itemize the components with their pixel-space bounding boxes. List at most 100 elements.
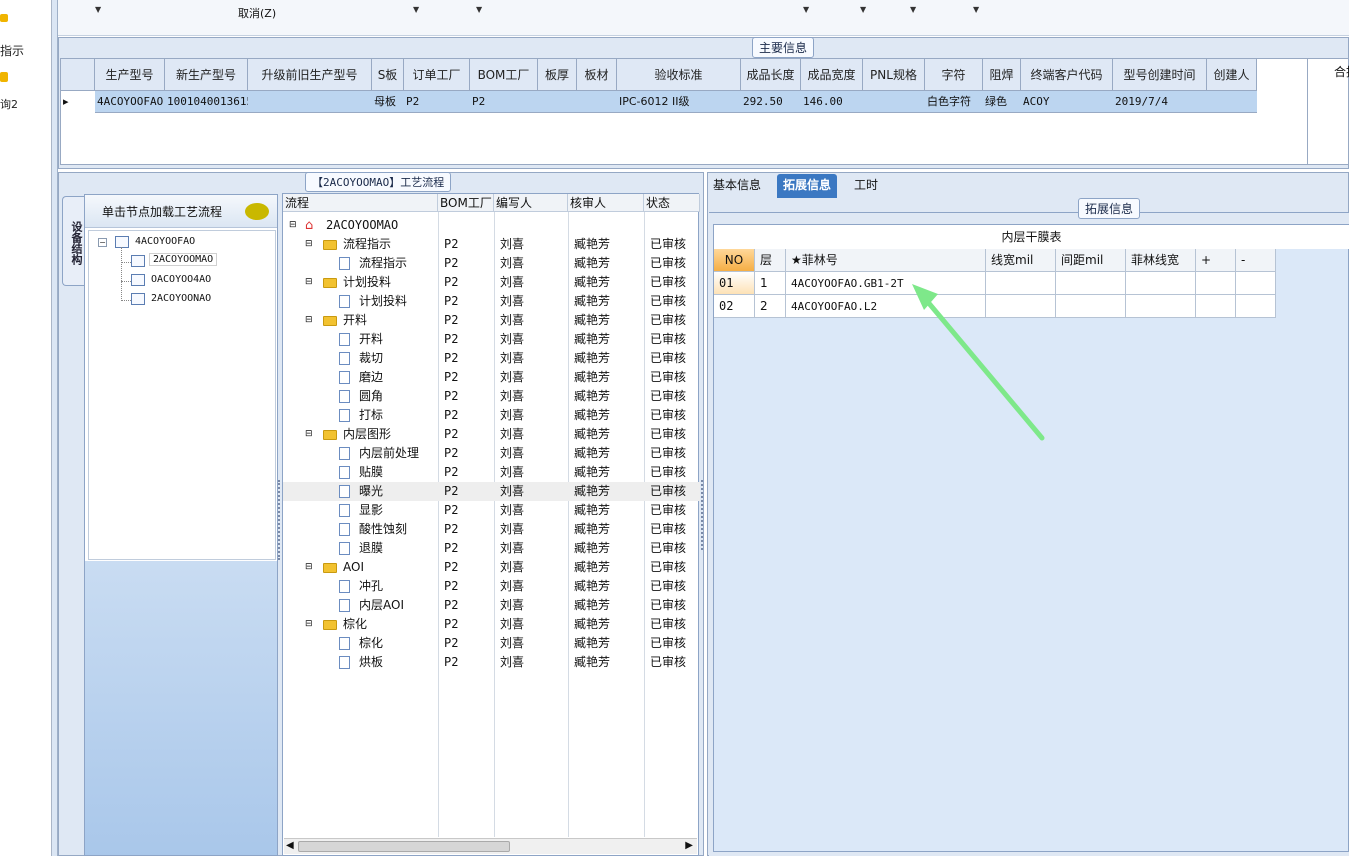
list-item[interactable]: 流程指示 P2 刘喜 臧艳芳 已审核 [283, 254, 700, 273]
column-header[interactable]: 新生产型号 [165, 59, 248, 91]
table-cell[interactable] [577, 91, 617, 113]
tree-node[interactable]: 2ACOYOOMAO [149, 253, 218, 266]
tree-node[interactable]: 2ACOYOONAO [151, 293, 211, 304]
collapse-icon[interactable]: ⊟ [289, 216, 297, 235]
chevron-down-icon[interactable]: ▼ [413, 5, 419, 14]
tree-node[interactable]: 4ACOYOOFAO [135, 236, 195, 247]
list-item[interactable]: 烘板 P2 刘喜 臧艳芳 已审核 [283, 653, 700, 672]
column-header[interactable]: 板材 [577, 59, 617, 91]
table-cell[interactable]: 292.50 [741, 91, 801, 113]
collapse-icon[interactable]: ⊟ [305, 311, 313, 330]
list-item[interactable]: ⊟ 内层图形 P2 刘喜 臧艳芳 已审核 [283, 425, 700, 444]
list-item[interactable]: 冲孔 P2 刘喜 臧艳芳 已审核 [283, 577, 700, 596]
scroll-right-icon[interactable]: ▶ [685, 840, 693, 851]
column-header[interactable]: BOM工厂 [470, 59, 538, 91]
list-item[interactable]: 计划投料 P2 刘喜 臧艳芳 已审核 [283, 292, 700, 311]
chevron-down-icon[interactable]: ▼ [910, 5, 916, 14]
column-header[interactable]: 订单工厂 [404, 59, 470, 91]
column-header[interactable]: 终端客户代码 [1021, 59, 1113, 91]
column-header[interactable]: 生产型号 [95, 59, 165, 91]
column-header[interactable]: BOM工厂 [438, 194, 494, 212]
table-cell[interactable]: 2 [755, 295, 786, 318]
table-cell[interactable] [1196, 295, 1236, 318]
table-cell[interactable]: P2 [404, 91, 470, 113]
table-cell[interactable] [1056, 272, 1126, 295]
table-cell[interactable]: 1 [755, 272, 786, 295]
list-item[interactable]: 内层前处理 P2 刘喜 臧艳芳 已审核 [283, 444, 700, 463]
table-cell[interactable]: 4ACOYOOFAO.GB1-2T [786, 272, 986, 295]
table-cell[interactable] [1196, 272, 1236, 295]
table-cell[interactable]: 绿色 [983, 91, 1021, 113]
column-header[interactable]: 成品宽度 [801, 59, 863, 91]
column-header[interactable]: + [1196, 249, 1236, 272]
collapse-icon[interactable]: ⊟ [305, 425, 313, 444]
column-header[interactable]: 线宽mil [986, 249, 1056, 272]
row-selector-icon[interactable]: ▸ [61, 91, 95, 113]
table-cell[interactable] [1126, 272, 1196, 295]
chevron-down-icon[interactable]: ▼ [860, 5, 866, 14]
scroll-thumb[interactable] [298, 841, 510, 852]
column-header[interactable]: NO [714, 249, 755, 272]
collapse-icon[interactable]: ⊟ [305, 235, 313, 254]
column-header[interactable]: 层 [755, 249, 786, 272]
nav-item-query2[interactable]: 询2 [0, 96, 18, 112]
list-item[interactable]: 打标 P2 刘喜 臧艳芳 已审核 [283, 406, 700, 425]
table-cell[interactable] [986, 295, 1056, 318]
collapse-icon[interactable]: ⊟ [305, 615, 313, 634]
table-cell[interactable] [1236, 272, 1276, 295]
column-header[interactable]: 阻焊 [983, 59, 1021, 91]
table-cell[interactable] [248, 91, 372, 113]
column-header[interactable]: 核审人 [568, 194, 644, 212]
table-cell[interactable] [986, 272, 1056, 295]
scroll-left-icon[interactable]: ◀ [286, 840, 294, 851]
cancel-button[interactable]: 取消(Z) [238, 5, 276, 21]
tab-basic-info[interactable]: 基本信息 [707, 174, 767, 198]
chevron-down-icon[interactable]: ▼ [95, 5, 101, 14]
list-item[interactable]: 圆角 P2 刘喜 臧艳芳 已审核 [283, 387, 700, 406]
splitter-handle[interactable] [278, 480, 282, 560]
list-item[interactable]: ⊟ 棕化 P2 刘喜 臧艳芳 已审核 [283, 615, 700, 634]
column-header[interactable]: S板 [372, 59, 404, 91]
horizontal-scrollbar[interactable]: ◀ ▶ [284, 838, 697, 854]
table-cell[interactable] [538, 91, 577, 113]
table-cell[interactable]: 01 [714, 272, 755, 295]
column-header[interactable]: ★菲林号 [786, 249, 986, 272]
column-header[interactable]: 板厚 [538, 59, 577, 91]
column-header[interactable]: 升级前旧生产型号 [248, 59, 372, 91]
chevron-down-icon[interactable]: ▼ [973, 5, 979, 14]
table-cell[interactable] [1236, 295, 1276, 318]
list-item[interactable]: ⊟ 开料 P2 刘喜 臧艳芳 已审核 [283, 311, 700, 330]
process-root[interactable]: ⊟ ⌂ 2ACOYOOMAO [283, 216, 700, 235]
column-header[interactable]: 型号创建时间 [1113, 59, 1207, 91]
table-cell[interactable] [1126, 295, 1196, 318]
list-item[interactable]: 贴膜 P2 刘喜 臧艳芳 已审核 [283, 463, 700, 482]
side-tab-equipment[interactable]: 设备结构 [62, 196, 84, 286]
splitter-handle[interactable] [701, 480, 705, 550]
table-cell[interactable]: ACOY [1021, 91, 1113, 113]
column-header[interactable]: 编写人 [494, 194, 568, 212]
grid-corner[interactable] [61, 59, 95, 91]
tab-extended-info[interactable]: 拓展信息 [777, 174, 838, 198]
collapse-icon[interactable]: ⊟ [305, 273, 313, 292]
table-cell[interactable] [1207, 91, 1257, 113]
speech-bubble-icon[interactable] [245, 203, 269, 220]
column-header[interactable]: - [1236, 249, 1276, 272]
column-header[interactable]: PNL规格 [863, 59, 925, 91]
table-cell[interactable]: 02 [714, 295, 755, 318]
list-item[interactable]: 曝光 P2 刘喜 臧艳芳 已审核 [283, 482, 700, 501]
table-cell[interactable]: 4ACOYOOFAO [95, 91, 165, 113]
table-cell[interactable]: P2 [470, 91, 538, 113]
column-header[interactable]: 流程 [283, 194, 438, 212]
list-item[interactable]: 磨边 P2 刘喜 臧艳芳 已审核 [283, 368, 700, 387]
column-header[interactable]: 间距mil [1056, 249, 1126, 272]
table-cell[interactable]: 146.00 [801, 91, 863, 113]
nav-item-instruction[interactable]: 指示 [0, 42, 24, 59]
table-cell[interactable]: 10010400136158 [165, 91, 248, 113]
column-header[interactable]: 状态 [644, 194, 700, 212]
table-cell[interactable] [1056, 295, 1126, 318]
chevron-down-icon[interactable]: ▼ [476, 5, 482, 14]
list-item[interactable]: 酸性蚀刻 P2 刘喜 臧艳芳 已审核 [283, 520, 700, 539]
list-item[interactable]: ⊟ 计划投料 P2 刘喜 臧艳芳 已审核 [283, 273, 700, 292]
list-item[interactable]: 棕化 P2 刘喜 臧艳芳 已审核 [283, 634, 700, 653]
list-item[interactable]: 裁切 P2 刘喜 臧艳芳 已审核 [283, 349, 700, 368]
